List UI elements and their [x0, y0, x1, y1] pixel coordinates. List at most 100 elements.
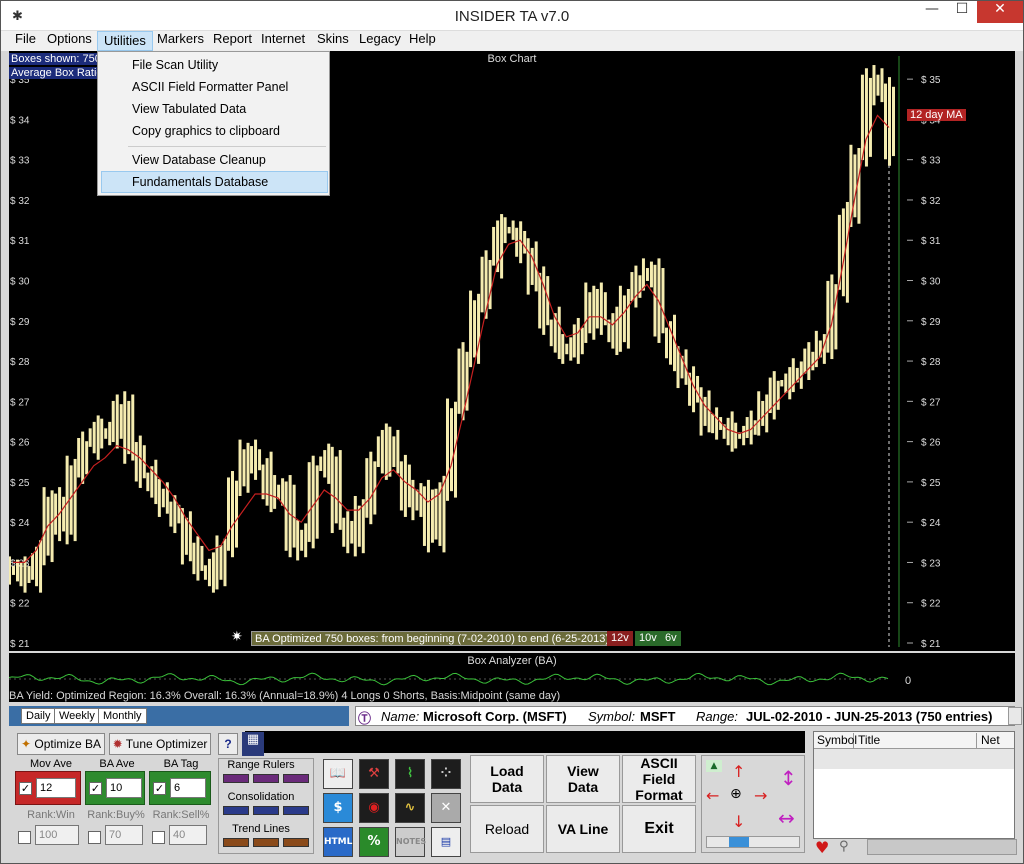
rank-buy-checkbox[interactable]: [88, 831, 101, 844]
exit-button[interactable]: Exit: [622, 805, 696, 853]
arrow-down-icon[interactable]: ↓: [732, 812, 745, 831]
thermometer-icon[interactable]: ⌇: [395, 759, 425, 789]
trend-line-2[interactable]: [253, 838, 279, 847]
html-icon[interactable]: HTML: [323, 827, 353, 857]
book-icon[interactable]: 📖: [323, 759, 353, 789]
consolidation-3[interactable]: [283, 806, 309, 815]
va-line-button[interactable]: VA Line: [546, 805, 620, 853]
price-box: [500, 214, 504, 279]
price-box: [327, 443, 331, 484]
range-ruler-1[interactable]: [223, 774, 249, 783]
rank-sell-input[interactable]: 40: [169, 825, 207, 845]
tools-icon[interactable]: ⚒: [359, 759, 389, 789]
price-box: [27, 566, 31, 583]
tab-weekly[interactable]: Weekly: [54, 708, 100, 724]
menu-item-view-tabulated[interactable]: View Tabulated Data: [132, 102, 246, 116]
info-scroll-button[interactable]: [1008, 707, 1022, 725]
rank-win-checkbox[interactable]: [18, 831, 31, 844]
menu-item-ascii-formatter[interactable]: ASCII Field Formatter Panel: [132, 80, 288, 94]
waveform-icon[interactable]: ∿: [395, 793, 425, 823]
menu-item-fundamentals-db[interactable]: Fundamentals Database: [132, 175, 268, 189]
menu-file[interactable]: File: [9, 31, 42, 51]
film-icon[interactable]: ▦: [242, 732, 264, 756]
price-box: [530, 247, 534, 285]
percent-icon[interactable]: %: [359, 827, 389, 857]
optimize-ba-button[interactable]: ✦ Optimize BA: [17, 733, 105, 755]
menu-legacy[interactable]: Legacy: [353, 31, 407, 51]
notes-icon[interactable]: NOTES: [395, 827, 426, 857]
menu-help[interactable]: Help: [403, 31, 442, 51]
menu-item-copy-graphics[interactable]: Copy graphics to clipboard: [132, 124, 280, 138]
price-box: [595, 288, 599, 329]
symbol-table[interactable]: Symbol Title Net: [813, 731, 1015, 839]
calendar-icon[interactable]: ▤: [431, 827, 461, 857]
box-analyzer-panel[interactable]: Box Analyzer (BA) 0: [8, 653, 1015, 690]
consolidation-1[interactable]: [223, 806, 249, 815]
menu-item-file-scan[interactable]: File Scan Utility: [132, 58, 218, 72]
trend-line-1[interactable]: [223, 838, 249, 847]
arrow-right-icon[interactable]: →: [754, 786, 767, 805]
ba-ave-checkbox[interactable]: ✓: [89, 782, 102, 795]
range-ruler-2[interactable]: [253, 774, 279, 783]
ascii-field-format-button[interactable]: ASCII Field Format: [622, 755, 696, 803]
arrow-left-icon[interactable]: ←: [706, 786, 719, 805]
tune-optimizer-button[interactable]: ✹ Tune Optimizer: [109, 733, 211, 755]
rank-win-input[interactable]: 100: [35, 825, 79, 845]
range-ruler-3[interactable]: [283, 774, 309, 783]
menu-item-database-cleanup[interactable]: View Database Cleanup: [132, 153, 266, 167]
price-box: [884, 83, 887, 160]
ba-tag-checkbox[interactable]: ✓: [153, 782, 166, 795]
maximize-button[interactable]: ☐: [947, 1, 977, 23]
load-data-button[interactable]: Load Data: [470, 755, 544, 803]
menu-options[interactable]: Options: [41, 31, 98, 51]
ba-tag-input[interactable]: 6: [170, 778, 206, 798]
rank-sell-checkbox[interactable]: [152, 831, 165, 844]
filter-icon[interactable]: ⚲: [839, 839, 849, 854]
indicator-icon[interactable]: ◉: [359, 793, 389, 823]
consolidation-2[interactable]: [253, 806, 279, 815]
heart-icon[interactable]: ♥: [815, 838, 829, 857]
trend-line-3[interactable]: [283, 838, 309, 847]
view-data-button[interactable]: View Data: [546, 755, 620, 803]
menu-internet[interactable]: Internet: [255, 31, 311, 51]
range-rulers-label: Range Rulers: [227, 759, 295, 771]
price-box: [338, 450, 342, 530]
x-grid-icon[interactable]: ✕: [431, 793, 461, 823]
menu-utilities[interactable]: Utilities: [97, 31, 153, 51]
price-box: [134, 442, 138, 482]
grid-icon[interactable]: ⁘: [431, 759, 461, 789]
ruler-groups: Range Rulers Consolidation Trend Lines: [218, 758, 314, 854]
close-button[interactable]: ✕: [977, 1, 1023, 23]
menu-report[interactable]: Report: [207, 31, 258, 51]
trend-lines-label: Trend Lines: [232, 823, 290, 835]
price-box: [791, 358, 795, 393]
range-label: Range:: [696, 709, 738, 724]
col-net[interactable]: Net: [978, 733, 1014, 748]
mov-ave-input[interactable]: 12: [36, 778, 76, 798]
zoom-icon[interactable]: ⊕: [730, 786, 742, 802]
menu-skins[interactable]: Skins: [311, 31, 355, 51]
horizontal-scrollbar[interactable]: [706, 836, 800, 848]
arrow-up-icon[interactable]: ↑: [732, 762, 745, 781]
minimize-button[interactable]: —: [917, 1, 947, 23]
col-symbol[interactable]: Symbol: [814, 733, 857, 748]
tab-daily[interactable]: Daily: [21, 708, 56, 724]
price-box: [342, 517, 346, 547]
menu-markers[interactable]: Markers: [151, 31, 210, 51]
price-box: [811, 351, 815, 371]
scroll-thumb[interactable]: [729, 837, 749, 847]
tab-monthly[interactable]: Monthly: [98, 708, 147, 724]
expand-vertical-icon[interactable]: ↕: [780, 766, 797, 790]
expand-horizontal-icon[interactable]: ↔: [778, 806, 795, 830]
col-title[interactable]: Title: [855, 733, 977, 748]
dollar-icon[interactable]: $: [323, 793, 353, 823]
reload-button[interactable]: Reload: [470, 805, 544, 853]
help-button[interactable]: ?: [218, 733, 238, 755]
price-box: [100, 418, 104, 449]
table-row[interactable]: [814, 749, 1014, 769]
scroll-up-icon[interactable]: ▲: [706, 760, 722, 772]
rank-buy-input[interactable]: 70: [105, 825, 143, 845]
price-box: [419, 483, 423, 517]
mov-ave-checkbox[interactable]: ✓: [19, 782, 32, 795]
ba-ave-input[interactable]: 10: [106, 778, 142, 798]
